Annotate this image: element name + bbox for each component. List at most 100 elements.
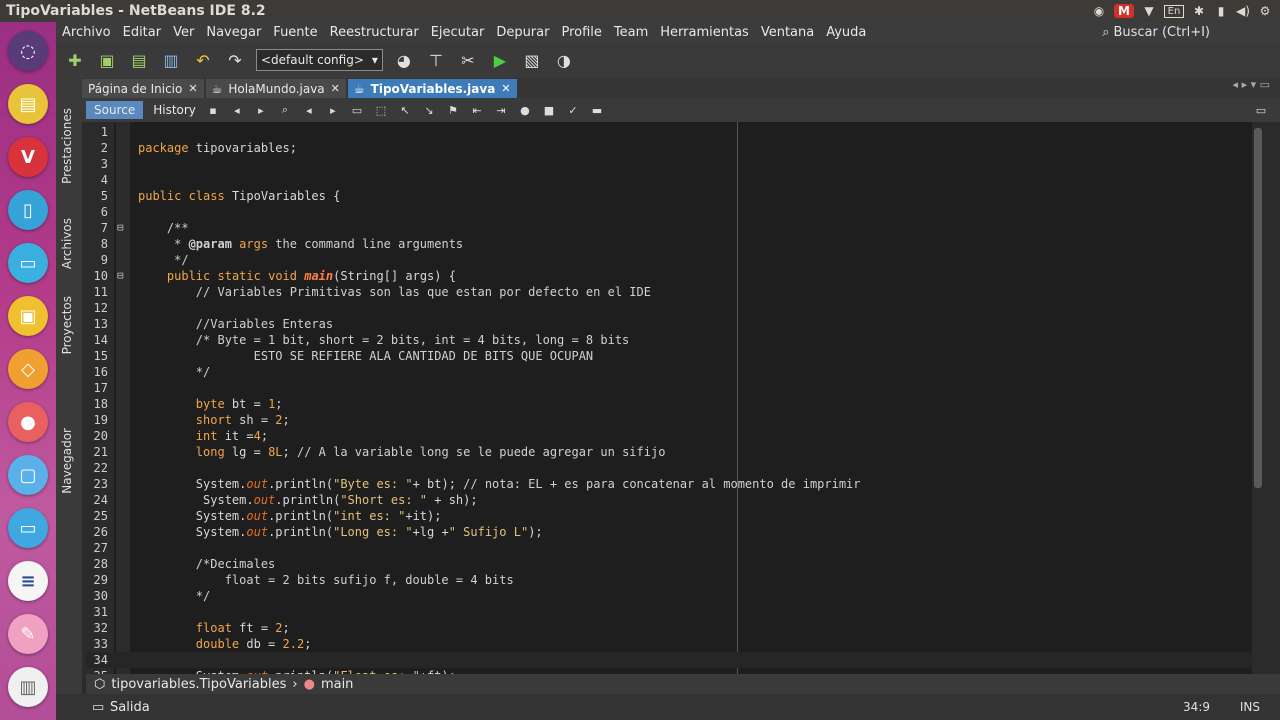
code-line[interactable]: 21 long lg = 8L; // A la variable long s… (86, 444, 1252, 460)
new-file-icon[interactable]: ✚ (64, 49, 86, 71)
save-all-icon[interactable]: ▥ (160, 49, 182, 71)
code-line[interactable]: 6 (86, 204, 1252, 220)
prev-bookmark-icon[interactable]: ↖ (398, 103, 412, 117)
code-line[interactable]: 27 (86, 540, 1252, 556)
code-line[interactable]: 24 System.out.println("Short es: " + sh)… (86, 492, 1252, 508)
app-icon[interactable]: ▭ (8, 243, 48, 283)
menu-archivo[interactable]: Archivo (56, 25, 117, 40)
code-line[interactable]: 17 (86, 380, 1252, 396)
close-icon[interactable]: ✕ (501, 82, 510, 95)
profile-icon[interactable]: ◑ (553, 49, 575, 71)
inkscape-icon[interactable]: ◇ (8, 349, 48, 389)
close-icon[interactable]: ✕ (188, 82, 197, 95)
menu-navegar[interactable]: Navegar (200, 25, 267, 40)
chat-icon[interactable]: ◕ (393, 49, 415, 71)
code-line[interactable]: 31 (86, 604, 1252, 620)
tab-archivos[interactable]: Archivos (60, 218, 74, 269)
code-editor[interactable]: 1 2 package tipovariables; 3 4 5 public class … (86, 122, 1252, 674)
source-tab[interactable]: Source (86, 101, 144, 119)
code-line[interactable]: 11 // Variables Primitivas son las que e… (86, 284, 1252, 300)
code-line[interactable]: 23 System.out.println("Byte es: "+ bt); … (86, 476, 1252, 492)
menu-icon[interactable]: ▭ (1254, 103, 1268, 117)
back-icon[interactable]: ◂ (230, 103, 244, 117)
menu-reestructurar[interactable]: Reestructurar (324, 25, 425, 40)
start-macro-icon[interactable]: ● (518, 103, 532, 117)
fold-toggle-icon[interactable]: ⊟ (117, 268, 124, 284)
redo-icon[interactable]: ↷ (224, 49, 246, 71)
menu-herramientas[interactable]: Herramientas (654, 25, 755, 40)
debug-icon[interactable]: ▧ (521, 49, 543, 71)
files-icon[interactable]: ▤ (8, 84, 48, 124)
undo-icon[interactable]: ↶ (192, 49, 214, 71)
forward-icon[interactable]: ▸ (254, 103, 268, 117)
breadcrumb-class[interactable]: tipovariables.TipoVariables (111, 677, 286, 692)
menu-depurar[interactable]: Depurar (490, 25, 555, 40)
tab-proyectos[interactable]: Proyectos (60, 296, 74, 354)
tab-navegador[interactable]: Navegador (60, 428, 74, 494)
code-line[interactable]: 22 (86, 460, 1252, 476)
vertical-scrollbar[interactable] (1252, 122, 1280, 674)
screen-icon[interactable]: ▭ (8, 508, 48, 548)
history-tab[interactable]: History (153, 103, 196, 117)
image-viewer-icon[interactable]: ▢ (8, 455, 48, 495)
shift-left-icon[interactable]: ⇤ (470, 103, 484, 117)
clean-build-icon[interactable]: ✂ (457, 49, 479, 71)
battery-icon[interactable]: ▮ (1214, 4, 1228, 18)
notes-icon[interactable]: ▣ (8, 296, 48, 336)
code-line[interactable]: 30 */ (86, 588, 1252, 604)
toggle-highlight-icon[interactable]: ▭ (350, 103, 364, 117)
check-icon[interactable]: ✓ (566, 103, 580, 117)
next-bookmark-icon[interactable]: ↘ (422, 103, 436, 117)
toggle-bookmark-icon[interactable]: ⚑ (446, 103, 460, 117)
document-icon[interactable]: ▯ (8, 190, 48, 230)
gmail-icon[interactable]: M (1114, 4, 1134, 18)
code-line[interactable]: 10 public static void main(String[] args… (86, 268, 1252, 284)
new-project-icon[interactable]: ▣ (96, 49, 118, 71)
code-line[interactable]: 7 /** ⊟ (86, 220, 1252, 236)
tab-holamundo[interactable]: ☕ HolaMundo.java ✕ (205, 79, 346, 98)
menu-profile[interactable]: Profile (555, 25, 607, 40)
code-line[interactable]: 5 public class TipoVariables { (86, 188, 1252, 204)
find-next-icon[interactable]: ▸ (326, 103, 340, 117)
ubuntu-dash-icon[interactable]: ◌ (8, 31, 48, 71)
tab-pagina-inicio[interactable]: Página de Inicio ✕ (82, 79, 204, 98)
open-project-icon[interactable]: ▤ (128, 49, 150, 71)
code-line[interactable]: 2 package tipovariables; (86, 140, 1252, 156)
menu-editar[interactable]: Editar (117, 25, 168, 40)
code-line[interactable]: 26 System.out.println("Long es: "+lg +" … (86, 524, 1252, 540)
code-line[interactable]: 33 double db = 2.2; (86, 636, 1252, 652)
menu-ventana[interactable]: Ventana (755, 25, 820, 40)
code-line[interactable]: 28 /*Decimales (86, 556, 1252, 572)
menu-fuente[interactable]: Fuente (267, 25, 323, 40)
menu-ejecutar[interactable]: Ejecutar (425, 25, 491, 40)
shift-right-icon[interactable]: ⇥ (494, 103, 508, 117)
code-line[interactable]: 9 */ (86, 252, 1252, 268)
last-edit-icon[interactable]: ▪ (206, 103, 220, 117)
menu-ver[interactable]: Ver (167, 25, 200, 40)
fold-toggle-icon[interactable]: ⊟ (117, 220, 124, 236)
code-line[interactable]: 32 float ft = 2; (86, 620, 1252, 636)
find-prev-icon[interactable]: ◂ (302, 103, 316, 117)
find-icon[interactable]: ⌕ (278, 103, 292, 117)
code-line[interactable]: 14 /* Byte = 1 bit, short = 2 bits, int … (86, 332, 1252, 348)
breadcrumb-method[interactable]: main (321, 677, 353, 692)
code-line[interactable]: 29 float = 2 bits sufijo f, double = 4 b… (86, 572, 1252, 588)
code-line[interactable]: 8 * @param args the command line argumen… (86, 236, 1252, 252)
code-line[interactable]: 1 (86, 124, 1252, 140)
menu-ayuda[interactable]: Ayuda (820, 25, 872, 40)
code-line[interactable]: 34 (86, 652, 1252, 668)
scroll-thumb[interactable] (1254, 128, 1262, 488)
tab-tipovariables[interactable]: ☕ TipoVariables.java ✕ (347, 79, 517, 98)
code-line[interactable]: 18 byte bt = 1; (86, 396, 1252, 412)
run-icon[interactable]: ▶ (489, 49, 511, 71)
tab-prestaciones[interactable]: Prestaciones (60, 108, 74, 184)
code-line[interactable]: 15 ESTO SE REFIERE ALA CANTIDAD DE BITS … (86, 348, 1252, 364)
volume-icon[interactable]: ◀) (1236, 4, 1250, 18)
search-box[interactable]: ⌕ Buscar (Ctrl+I) (1102, 22, 1210, 42)
tab-scroll-controls[interactable]: ◂ ▸ ▾ ▭ (1233, 78, 1270, 91)
tool-icon[interactable]: ✎ (8, 614, 48, 654)
netbeans-icon[interactable]: ≡ (8, 561, 48, 601)
code-line[interactable]: 13 //Variables Enteras (86, 316, 1252, 332)
code-line[interactable]: 16 */ (86, 364, 1252, 380)
code-line[interactable]: 3 (86, 156, 1252, 172)
